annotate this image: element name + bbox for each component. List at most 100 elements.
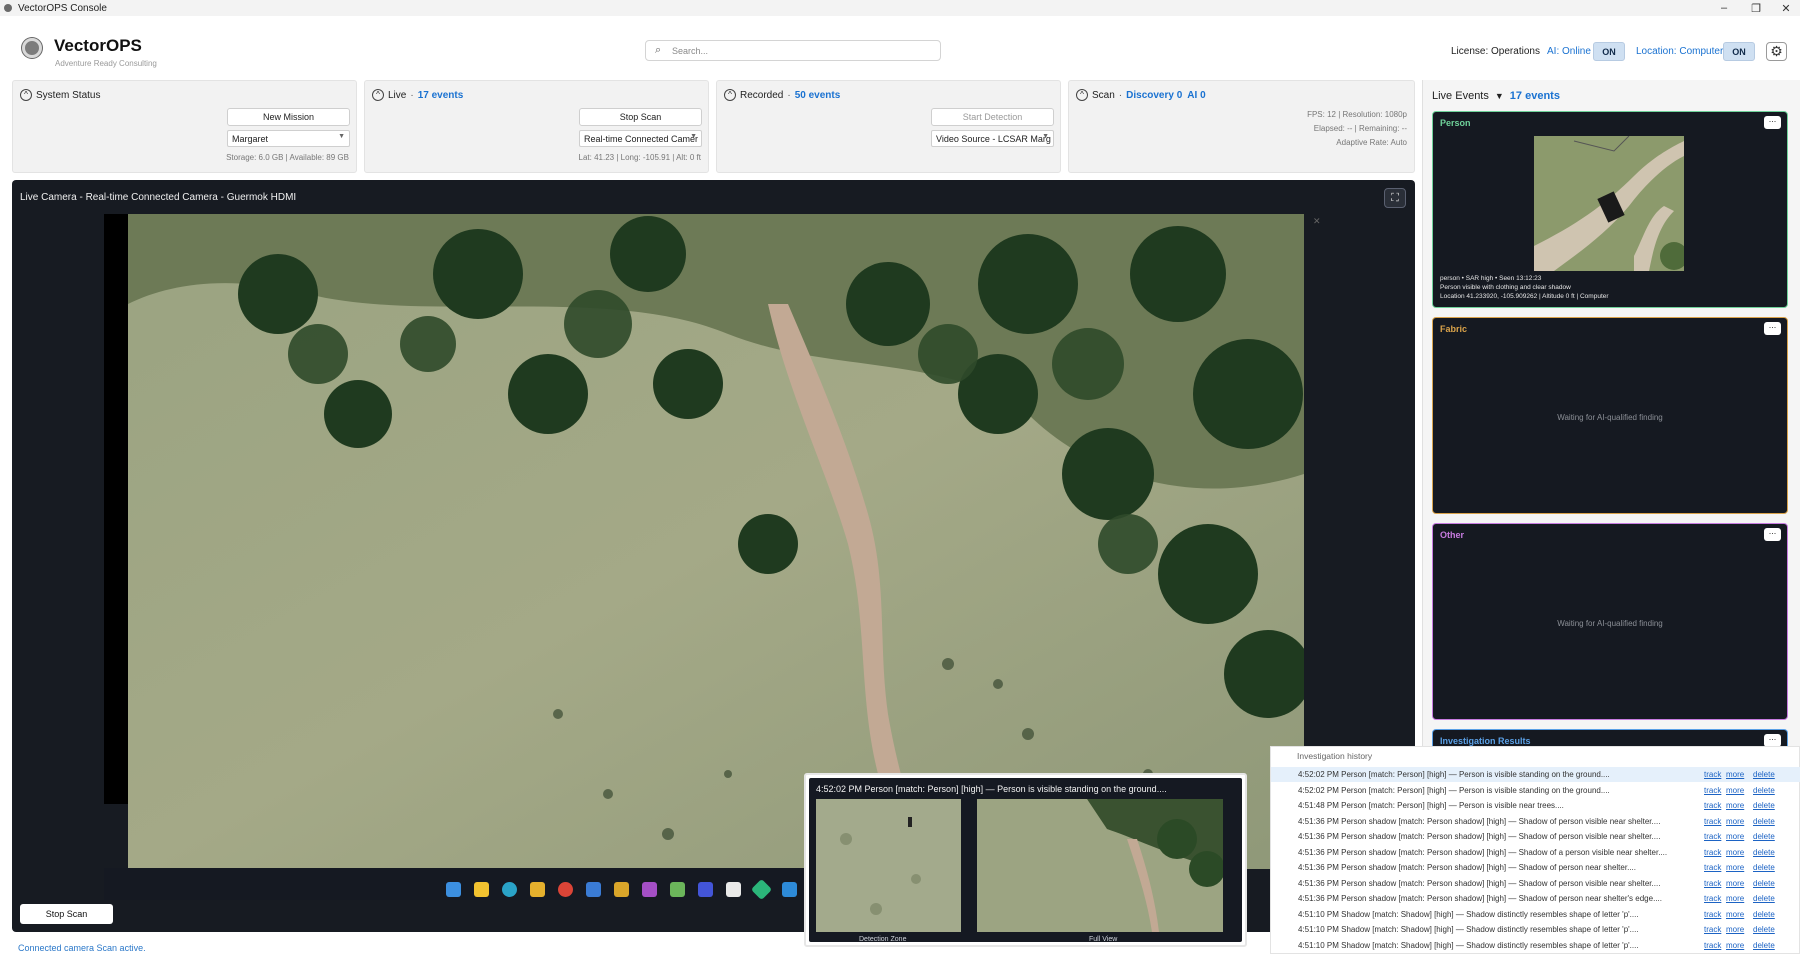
more-link[interactable]: more xyxy=(1726,770,1744,779)
history-row[interactable]: 4:51:36 PM Person shadow [match: Person … xyxy=(1271,845,1800,860)
live-video-feed[interactable] xyxy=(128,214,1304,869)
delete-link[interactable]: delete xyxy=(1753,910,1775,919)
history-row[interactable]: 4:51:48 PM Person [match: Person] [high]… xyxy=(1271,798,1800,813)
history-row[interactable]: 4:51:10 PM Shadow [match: Shadow] [high]… xyxy=(1271,938,1800,953)
full-view-image[interactable] xyxy=(977,799,1223,932)
fullscreen-icon[interactable]: ⛶ xyxy=(1384,188,1406,208)
detection-zone-image[interactable] xyxy=(816,799,961,932)
app-blue-icon xyxy=(698,882,713,897)
track-link[interactable]: track xyxy=(1704,941,1721,950)
notepad-icon xyxy=(726,882,741,897)
track-link[interactable]: track xyxy=(1704,786,1721,795)
more-link[interactable]: more xyxy=(1726,832,1744,841)
git-icon xyxy=(614,882,629,897)
delete-link[interactable]: delete xyxy=(1753,894,1775,903)
more-link[interactable]: more xyxy=(1726,910,1744,919)
track-link[interactable]: track xyxy=(1704,894,1721,903)
files-icon xyxy=(474,882,489,897)
delete-link[interactable]: delete xyxy=(1753,786,1775,795)
collapse-chevron-icon[interactable]: ^ xyxy=(724,89,736,101)
delete-link[interactable]: delete xyxy=(1753,832,1775,841)
more-link[interactable]: more xyxy=(1726,894,1744,903)
windows-start-icon xyxy=(446,882,461,897)
new-mission-button[interactable]: New Mission xyxy=(227,108,350,126)
history-row-text: 4:52:02 PM Person [match: Person] [high]… xyxy=(1298,770,1610,779)
investigation-history: Investigation history 4:52:02 PM Person … xyxy=(1270,746,1800,954)
video-close-icon[interactable]: ✕ xyxy=(1313,216,1321,227)
more-link[interactable]: more xyxy=(1726,941,1744,950)
more-options-button[interactable]: ... xyxy=(1764,321,1781,335)
more-options-button[interactable]: ... xyxy=(1764,115,1781,129)
history-row[interactable]: 4:51:36 PM Person shadow [match: Person … xyxy=(1271,829,1800,844)
person-detection-thumbnail[interactable] xyxy=(1534,136,1684,271)
history-row[interactable]: 4:52:02 PM Person [match: Person] [high]… xyxy=(1271,783,1800,798)
track-link[interactable]: track xyxy=(1704,801,1721,810)
delete-link[interactable]: delete xyxy=(1753,770,1775,779)
event-card-person[interactable]: Person ... person • SAR high • Seen 13:1… xyxy=(1432,111,1788,308)
more-link[interactable]: more xyxy=(1726,925,1744,934)
collapse-chevron-icon[interactable]: ^ xyxy=(20,89,32,101)
delete-link[interactable]: delete xyxy=(1753,817,1775,826)
track-link[interactable]: track xyxy=(1704,863,1721,872)
close-icon[interactable]: ✕ xyxy=(1770,0,1800,16)
event-card-label: Fabric xyxy=(1440,324,1468,334)
delete-link[interactable]: delete xyxy=(1753,801,1775,810)
mission-select[interactable]: Margaret ▼ xyxy=(227,130,350,147)
delete-link[interactable]: delete xyxy=(1753,879,1775,888)
track-link[interactable]: track xyxy=(1704,817,1721,826)
search-input[interactable] xyxy=(672,43,932,58)
store-icon xyxy=(586,882,601,897)
waiting-text: Waiting for AI-qualified finding xyxy=(1557,413,1663,422)
track-link[interactable]: track xyxy=(1704,910,1721,919)
delete-link[interactable]: delete xyxy=(1753,863,1775,872)
delete-link[interactable]: delete xyxy=(1753,925,1775,934)
more-link[interactable]: more xyxy=(1726,863,1744,872)
event-card-other[interactable]: Other ... Waiting for AI-qualified findi… xyxy=(1432,523,1788,720)
more-options-button[interactable]: ... xyxy=(1764,527,1781,541)
stop-scan-button[interactable]: Stop Scan xyxy=(579,108,702,126)
mission-select-value: Margaret xyxy=(232,133,269,144)
track-link[interactable]: track xyxy=(1704,848,1721,857)
track-link[interactable]: track xyxy=(1704,879,1721,888)
collapse-chevron-icon[interactable]: ^ xyxy=(372,89,384,101)
system-status-panel: ^ System Status New Mission Margaret ▼ S… xyxy=(12,80,357,173)
history-row[interactable]: 4:51:10 PM Shadow [match: Shadow] [high]… xyxy=(1271,922,1800,937)
delete-link[interactable]: delete xyxy=(1753,941,1775,950)
history-row-text: 4:51:10 PM Shadow [match: Shadow] [high]… xyxy=(1298,925,1639,934)
history-row-text: 4:51:36 PM Person shadow [match: Person … xyxy=(1298,816,1661,826)
start-detection-button[interactable]: Start Detection xyxy=(931,108,1054,126)
collapse-chevron-icon[interactable]: ^ xyxy=(1076,89,1088,101)
history-row[interactable]: 4:52:02 PM Person [match: Person] [high]… xyxy=(1271,767,1800,782)
event-card-fabric[interactable]: Fabric ... Waiting for AI-qualified find… xyxy=(1432,317,1788,514)
track-link[interactable]: track xyxy=(1704,770,1721,779)
camera-select[interactable]: Real-time Connected Camer ▼ xyxy=(579,130,702,147)
history-row[interactable]: 4:51:36 PM Person shadow [match: Person … xyxy=(1271,860,1800,875)
track-link[interactable]: track xyxy=(1704,832,1721,841)
more-link[interactable]: more xyxy=(1726,879,1744,888)
track-link[interactable]: track xyxy=(1704,925,1721,934)
waiting-text: Waiting for AI-qualified finding xyxy=(1557,619,1663,628)
filter-triangle-icon[interactable]: ▼ xyxy=(1495,91,1504,101)
history-row-text: 4:51:36 PM Person shadow [match: Person … xyxy=(1298,847,1668,857)
minimize-icon[interactable]: – xyxy=(1708,0,1740,16)
panel-title: Recorded xyxy=(740,89,784,101)
stop-scan-button-bottom[interactable]: Stop Scan xyxy=(20,904,113,924)
location-toggle[interactable]: ON xyxy=(1723,42,1755,61)
video-source-select[interactable]: Video Source - LCSAR Marg ▼ xyxy=(931,130,1054,147)
delete-link[interactable]: delete xyxy=(1753,848,1775,857)
history-row[interactable]: 4:51:36 PM Person shadow [match: Person … xyxy=(1271,814,1800,829)
maximize-icon[interactable]: ❐ xyxy=(1740,0,1772,16)
history-row[interactable]: 4:51:36 PM Person shadow [match: Person … xyxy=(1271,876,1800,891)
scan-adaptive-rate: Adaptive Rate: Auto xyxy=(1336,138,1407,147)
more-link[interactable]: more xyxy=(1726,848,1744,857)
ai-toggle[interactable]: ON xyxy=(1593,42,1625,61)
search-icon: ⌕ xyxy=(655,44,662,56)
history-row[interactable]: 4:51:36 PM Person shadow [match: Person … xyxy=(1271,891,1800,906)
chrome-icon xyxy=(558,882,573,897)
settings-gear-icon[interactable]: ⚙ xyxy=(1766,42,1787,61)
more-link[interactable]: more xyxy=(1726,801,1744,810)
more-link[interactable]: more xyxy=(1726,817,1744,826)
history-row[interactable]: 4:51:10 PM Shadow [match: Shadow] [high]… xyxy=(1271,907,1800,922)
more-link[interactable]: more xyxy=(1726,786,1744,795)
search-box[interactable]: ⌕ xyxy=(645,40,941,61)
